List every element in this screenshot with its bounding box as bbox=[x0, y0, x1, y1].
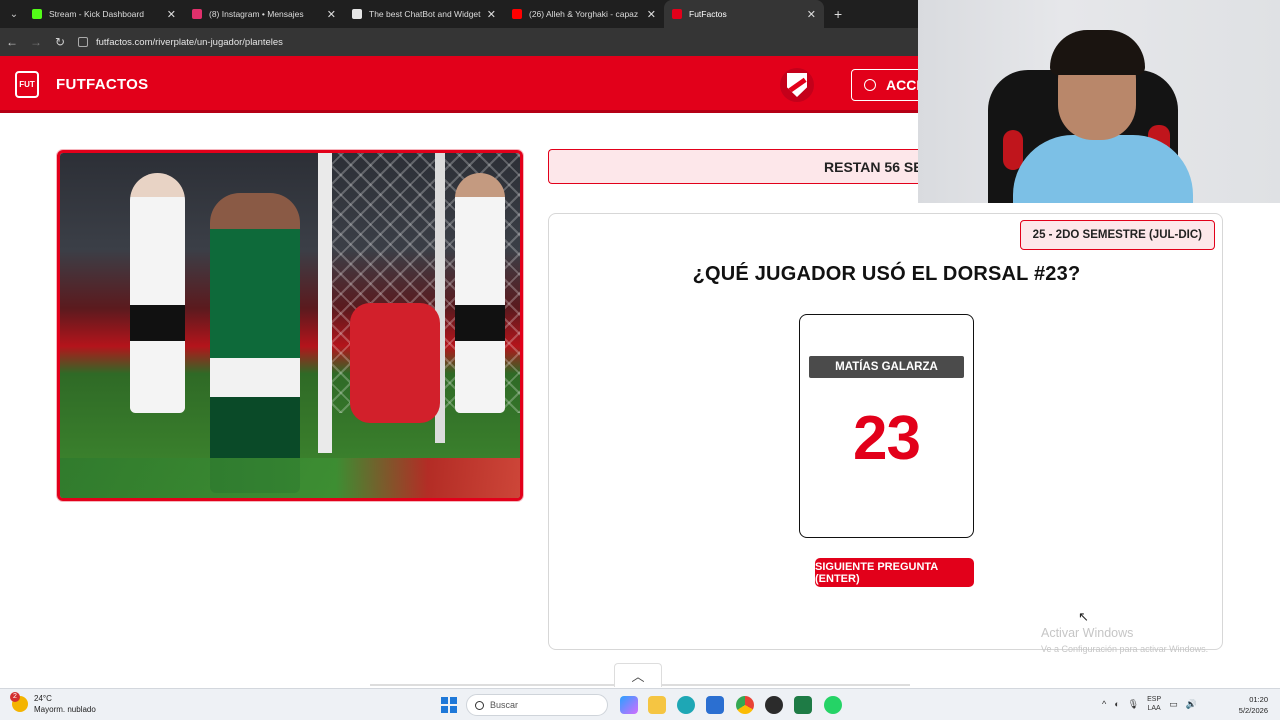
tab-close-icon[interactable]: ✕ bbox=[647, 8, 656, 21]
player-name: MATÍAS GALARZA bbox=[809, 356, 964, 378]
search-placeholder: Buscar bbox=[490, 700, 519, 710]
next-question-button[interactable]: SIGUIENTE PREGUNTA (ENTER) bbox=[815, 558, 974, 587]
tab-futfactos[interactable]: FutFactos ✕ bbox=[664, 0, 824, 28]
lang-top: ESP bbox=[1147, 696, 1162, 703]
jersey-card: MATÍAS GALARZA 23 bbox=[799, 314, 974, 538]
watermark-line1: Activar Windows bbox=[1041, 626, 1134, 640]
weather-temp: 24°C bbox=[34, 694, 52, 703]
lang-bottom: LAA bbox=[1147, 705, 1161, 712]
club-crest-icon[interactable] bbox=[780, 68, 814, 102]
copilot-icon[interactable] bbox=[620, 696, 638, 714]
url-text: futfactos.com/riverplate/un-jugador/plan… bbox=[96, 36, 283, 48]
site-info-icon[interactable] bbox=[78, 37, 88, 47]
question-title: ¿QUÉ JUGADOR USÓ EL DORSAL #23? bbox=[692, 263, 1081, 285]
microphone-icon[interactable]: 🎙 bbox=[1128, 699, 1139, 710]
windows-activation-watermark: Activar Windows Ve a Configuración para … bbox=[1041, 626, 1208, 654]
youtube-favicon-icon bbox=[512, 9, 522, 19]
match-photo-card bbox=[57, 150, 523, 501]
weather-icon: 2 bbox=[10, 692, 28, 712]
tab-label: (26) Alleh & Yorghaki - capaz ( bbox=[529, 9, 641, 19]
watermark-line2: Ve a Configuración para activar Windows. bbox=[1041, 644, 1209, 654]
futfactos-favicon-icon bbox=[672, 9, 682, 19]
futfactos-logo-icon[interactable]: FUT bbox=[15, 71, 39, 98]
tab-label: (8) Instagram • Mensajes bbox=[209, 9, 304, 19]
webcam-overlay bbox=[918, 0, 1280, 203]
tab-label: FutFactos bbox=[689, 9, 727, 19]
display-icon[interactable]: ▭ bbox=[1169, 699, 1178, 710]
taskbar-search-box[interactable]: Buscar bbox=[466, 694, 608, 716]
tab-youtube[interactable]: (26) Alleh & Yorghaki - capaz ( ✕ bbox=[504, 0, 664, 28]
edge-icon[interactable] bbox=[677, 696, 695, 714]
obs-icon[interactable] bbox=[765, 696, 783, 714]
reload-icon[interactable]: ↻ bbox=[48, 35, 72, 49]
tab-label: Stream - Kick Dashboard bbox=[49, 9, 144, 19]
tab-kick-dashboard[interactable]: Stream - Kick Dashboard ✕ bbox=[24, 0, 184, 28]
store-icon[interactable] bbox=[706, 696, 724, 714]
tab-close-icon[interactable]: ✕ bbox=[167, 8, 176, 21]
match-photo bbox=[60, 153, 520, 498]
tab-chatbot[interactable]: The best ChatBot and Widgets ✕ bbox=[344, 0, 504, 28]
instagram-favicon-icon bbox=[192, 9, 202, 19]
file-explorer-icon[interactable] bbox=[648, 696, 666, 714]
tab-close-icon[interactable]: ✕ bbox=[327, 8, 336, 21]
new-tab-plus-icon[interactable]: + bbox=[834, 6, 842, 22]
jersey-number: 23 bbox=[853, 404, 921, 473]
question-panel: 25 - 2DO SEMESTRE (JUL-DIC) ¿QUÉ JUGADOR… bbox=[548, 213, 1223, 650]
brand-name[interactable]: FUTFACTOS bbox=[56, 76, 148, 93]
notification-badge: 2 bbox=[10, 692, 20, 702]
tab-close-icon[interactable]: ✕ bbox=[807, 8, 816, 21]
chevron-up-icon[interactable]: ^ bbox=[1102, 699, 1106, 709]
kick-favicon-icon bbox=[32, 9, 42, 19]
tab-label: The best ChatBot and Widgets bbox=[369, 9, 481, 19]
weather-desc: Mayorm. nublado bbox=[34, 705, 96, 714]
whatsapp-icon[interactable] bbox=[824, 696, 842, 714]
tab-search-icon[interactable]: ⌄ bbox=[4, 4, 24, 24]
windows-start-icon[interactable] bbox=[441, 697, 457, 713]
period-badge: 25 - 2DO SEMESTRE (JUL-DIC) bbox=[1019, 220, 1215, 250]
clock-time: 01:20 bbox=[1249, 695, 1268, 704]
system-tray: ^ ◐ 🎙 ESP LAA ▭ 🔊 bbox=[1102, 695, 1197, 713]
clock-date: 5/2/2026 bbox=[1238, 706, 1268, 715]
forward-arrow-icon[interactable]: → bbox=[24, 35, 48, 49]
network-icon[interactable]: ◐ bbox=[1114, 699, 1119, 709]
tab-close-icon[interactable]: ✕ bbox=[487, 8, 496, 21]
chrome-icon[interactable] bbox=[736, 696, 754, 714]
back-arrow-icon[interactable]: ← bbox=[0, 35, 24, 49]
user-icon bbox=[864, 79, 876, 91]
clock[interactable]: 01:20 5/2/2026 bbox=[1232, 694, 1268, 716]
excel-icon[interactable] bbox=[794, 696, 812, 714]
tab-instagram[interactable]: (8) Instagram • Mensajes ✕ bbox=[184, 0, 344, 28]
weather-widget[interactable]: 2 24°C Mayorm. nublado bbox=[10, 692, 96, 715]
logo-text: FUT bbox=[19, 80, 35, 89]
countdown-timer: RESTAN 56 SEGU bbox=[548, 149, 918, 184]
language-indicator[interactable]: ESP LAA bbox=[1147, 695, 1161, 713]
timer-text: RESTAN 56 SEGU bbox=[824, 158, 918, 175]
speaker-icon[interactable]: 🔊 bbox=[1186, 699, 1197, 710]
windows-taskbar: 2 24°C Mayorm. nublado Buscar ^ ◐ 🎙 ESP … bbox=[0, 688, 1280, 720]
mouse-pointer-icon: ↖ bbox=[1078, 609, 1089, 624]
url-field[interactable]: futfactos.com/riverplate/un-jugador/plan… bbox=[78, 37, 283, 48]
chatbot-favicon-icon bbox=[352, 9, 362, 19]
search-icon bbox=[475, 700, 484, 710]
scroll-up-chevron-icon[interactable]: ︿ bbox=[614, 663, 662, 687]
